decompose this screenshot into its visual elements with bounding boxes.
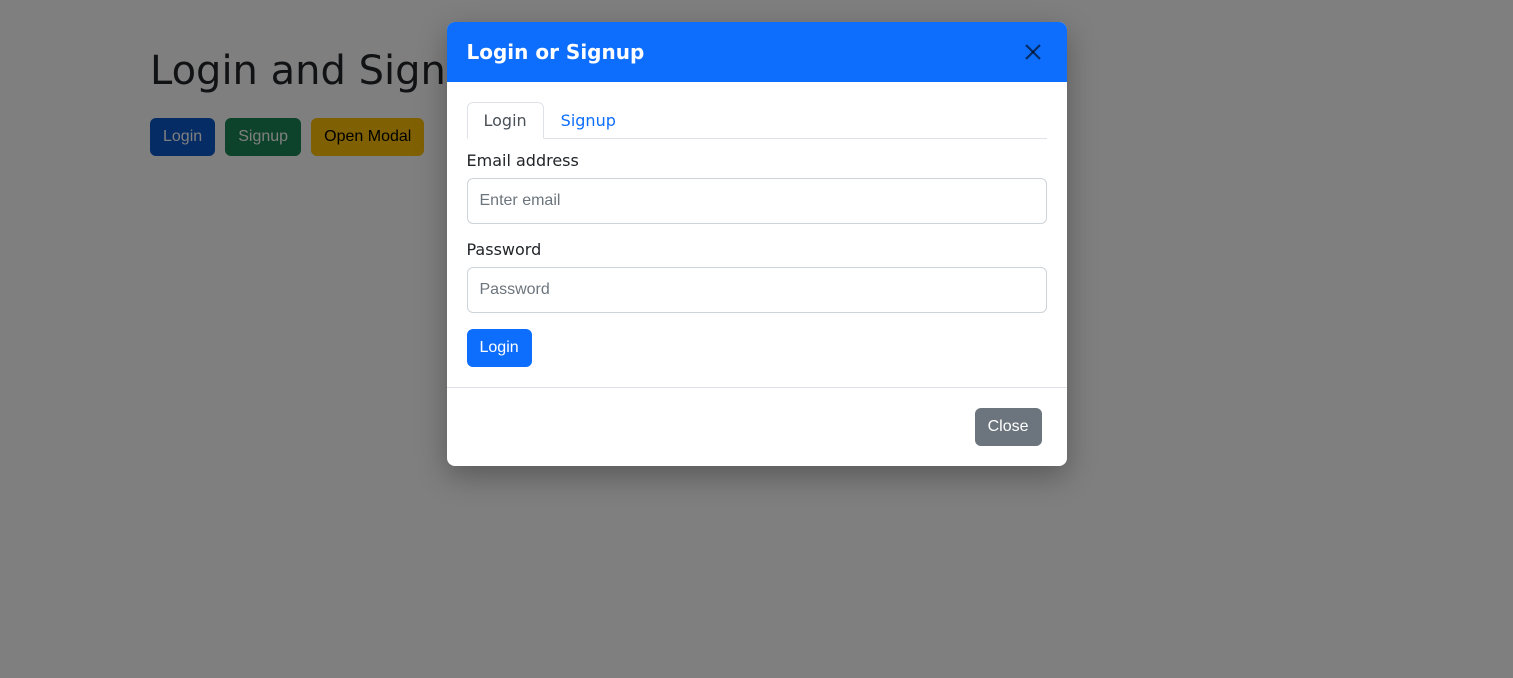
modal-tabs: Login Signup [467,102,1047,139]
modal-footer: Close [447,387,1067,466]
login-form: Email address Password Login [467,151,1047,367]
email-input[interactable] [467,178,1047,224]
tab-signup[interactable]: Signup [544,102,633,139]
email-label: Email address [467,151,1047,170]
tab-login[interactable]: Login [467,102,544,139]
modal-header: Login or Signup [447,22,1067,82]
login-signup-modal: Login or Signup Login Signup Email addre… [447,22,1067,466]
close-icon[interactable] [1019,38,1047,66]
close-button[interactable]: Close [975,408,1042,446]
password-input[interactable] [467,267,1047,313]
modal-body: Login Signup Email address Password Logi… [447,82,1067,387]
password-label: Password [467,240,1047,259]
modal-title: Login or Signup [467,40,645,64]
submit-login-button[interactable]: Login [467,329,532,367]
